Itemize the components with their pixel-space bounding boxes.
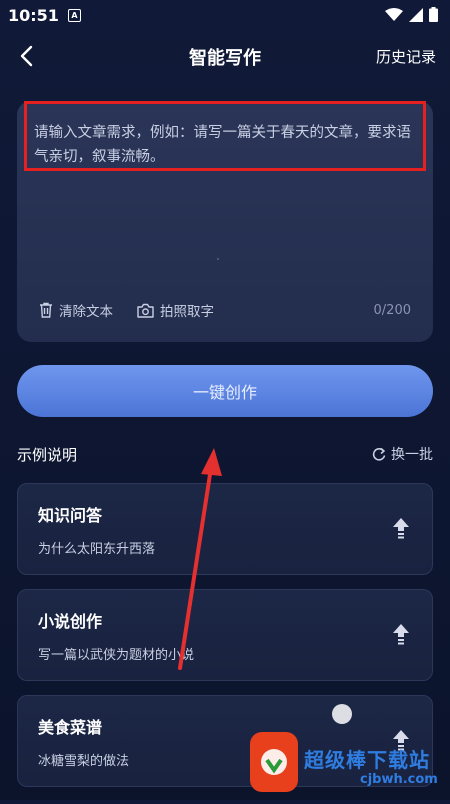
refresh-button[interactable]: 换一批	[372, 444, 433, 464]
watermark-logo: 超级棒下载站 cjbwh.com	[250, 700, 450, 800]
status-time: 10:51	[8, 6, 59, 25]
create-button[interactable]: 一键创作	[17, 365, 433, 417]
example-desc: 冰糖雪梨的做法	[38, 754, 130, 769]
wifi-icon	[385, 7, 403, 21]
cursor-dot	[217, 258, 219, 260]
char-count: 0/200	[373, 303, 411, 318]
clear-text-label: 清除文本	[59, 304, 113, 320]
example-card-novel[interactable]: 小说创作 写一篇以武侠为题材的小说	[17, 589, 433, 681]
examples-title: 示例说明	[17, 446, 78, 464]
signal-icon	[409, 7, 423, 22]
article-input-card[interactable]: 请输入文章需求，例如：请写一篇关于春天的文章，要求语气亲切，叙事流畅。 清除文本…	[17, 101, 433, 342]
refresh-icon	[372, 447, 386, 461]
clear-text-button[interactable]: 清除文本	[39, 300, 113, 320]
refresh-label: 换一批	[391, 447, 433, 463]
camera-icon	[137, 303, 154, 318]
example-desc: 为什么太阳东升西落	[38, 542, 156, 557]
notification-icon: A	[68, 9, 81, 22]
example-title: 小说创作	[38, 612, 103, 631]
arrow-up-icon[interactable]	[392, 623, 410, 645]
example-desc: 写一篇以武侠为题材的小说	[38, 648, 195, 663]
arrow-up-icon[interactable]	[392, 517, 410, 539]
trash-icon	[40, 302, 52, 318]
photo-ocr-label: 拍照取字	[160, 304, 214, 320]
watermark-text: 超级棒下载站	[304, 748, 430, 772]
status-icons	[385, 7, 438, 22]
photo-ocr-button[interactable]: 拍照取字	[137, 300, 214, 320]
status-bar: 10:51 A	[0, 0, 450, 30]
app-header: 智能写作 历史记录	[0, 30, 450, 82]
article-input-placeholder[interactable]: 请输入文章需求，例如：请写一篇关于春天的文章，要求语气亲切，叙事流畅。	[34, 121, 414, 169]
battery-icon	[429, 7, 438, 22]
example-title: 知识问答	[38, 506, 103, 525]
history-button[interactable]: 历史记录	[376, 46, 436, 67]
example-title: 美食菜谱	[38, 718, 103, 737]
watermark-url: cjbwh.com	[360, 772, 438, 787]
example-card-qa[interactable]: 知识问答 为什么太阳东升西落	[17, 483, 433, 575]
